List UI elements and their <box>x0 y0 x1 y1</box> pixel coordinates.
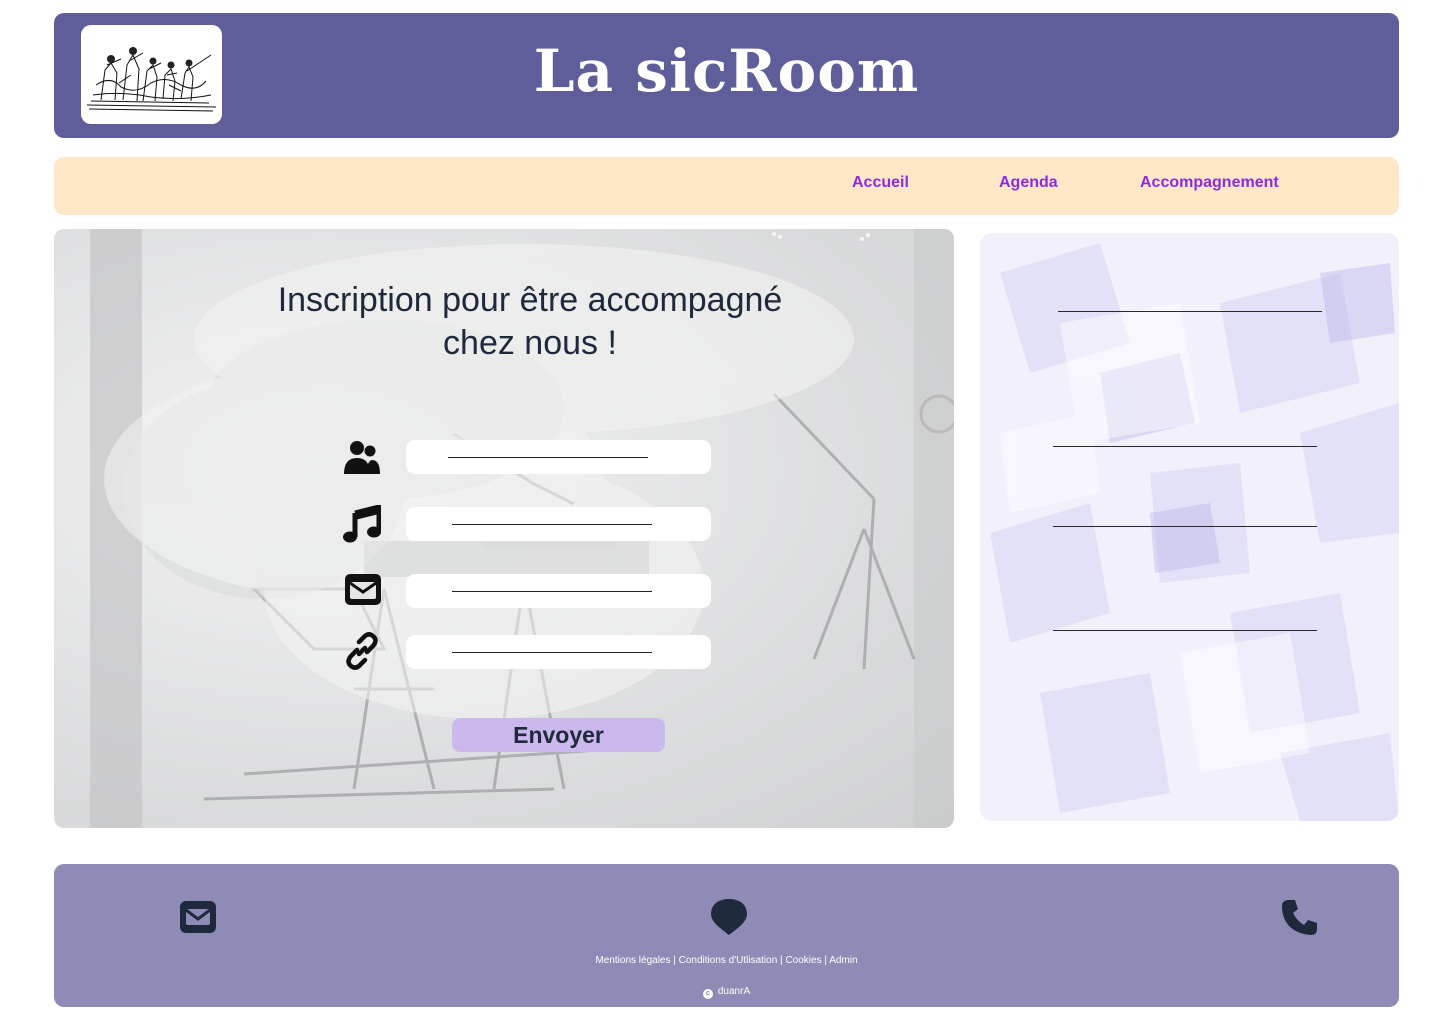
nav-link-accompagnement[interactable]: Accompagnement <box>1140 174 1279 192</box>
phone-icon[interactable] <box>1281 898 1319 936</box>
mentions-legales-link[interactable]: Mentions légales <box>595 955 670 966</box>
cookies-link[interactable]: Cookies <box>785 955 821 966</box>
admin-link[interactable]: Admin <box>829 955 857 966</box>
copyright-icon: c <box>702 989 713 999</box>
name-field[interactable] <box>406 440 711 474</box>
site-header: La sicRoom <box>54 13 1399 138</box>
side-info-line-3 <box>1053 526 1317 527</box>
users-icon <box>343 438 381 476</box>
envelope-icon[interactable] <box>179 898 217 936</box>
music-style-field-underline <box>452 524 652 525</box>
side-info-panel <box>980 233 1399 821</box>
music-style-field[interactable] <box>406 507 711 541</box>
music-note-icon <box>343 505 381 543</box>
legal-separator: | <box>670 955 679 966</box>
side-info-line-1 <box>1058 311 1322 312</box>
form-title: Inscription pour être accompagné chez no… <box>277 281 783 362</box>
registration-form-panel: Inscription pour être accompagné chez no… <box>54 229 954 828</box>
envelope-icon <box>344 571 382 609</box>
site-footer: Mentions légales | Conditions d'Utlisati… <box>54 864 1399 1007</box>
legal-links: Mentions légales | Conditions d'Utlisati… <box>54 955 1399 966</box>
send-button[interactable]: Envoyer <box>452 718 665 752</box>
email-field-underline <box>452 591 652 592</box>
side-info-line-4 <box>1053 630 1317 631</box>
link-icon <box>343 632 381 670</box>
name-field-underline <box>448 457 648 458</box>
main-navigation: Accueil Agenda Accompagnement <box>54 157 1399 215</box>
side-info-line-2 <box>1053 446 1317 447</box>
copyright: c duanrA <box>54 986 1399 999</box>
abstract-paper-background-image <box>990 243 1399 821</box>
nav-link-agenda[interactable]: Agenda <box>999 174 1058 192</box>
site-title: La sicRoom <box>54 37 1399 105</box>
site-title-text: La sicRoom <box>533 37 920 105</box>
nav-link-accueil[interactable]: Accueil <box>852 174 909 192</box>
conditions-link[interactable]: Conditions d'Utlisation <box>679 955 778 966</box>
link-field-underline <box>452 652 652 653</box>
copyright-name: duanrA <box>717 986 751 997</box>
email-field[interactable] <box>406 574 711 608</box>
map-pin-icon[interactable] <box>710 898 748 936</box>
link-field[interactable] <box>406 635 711 669</box>
